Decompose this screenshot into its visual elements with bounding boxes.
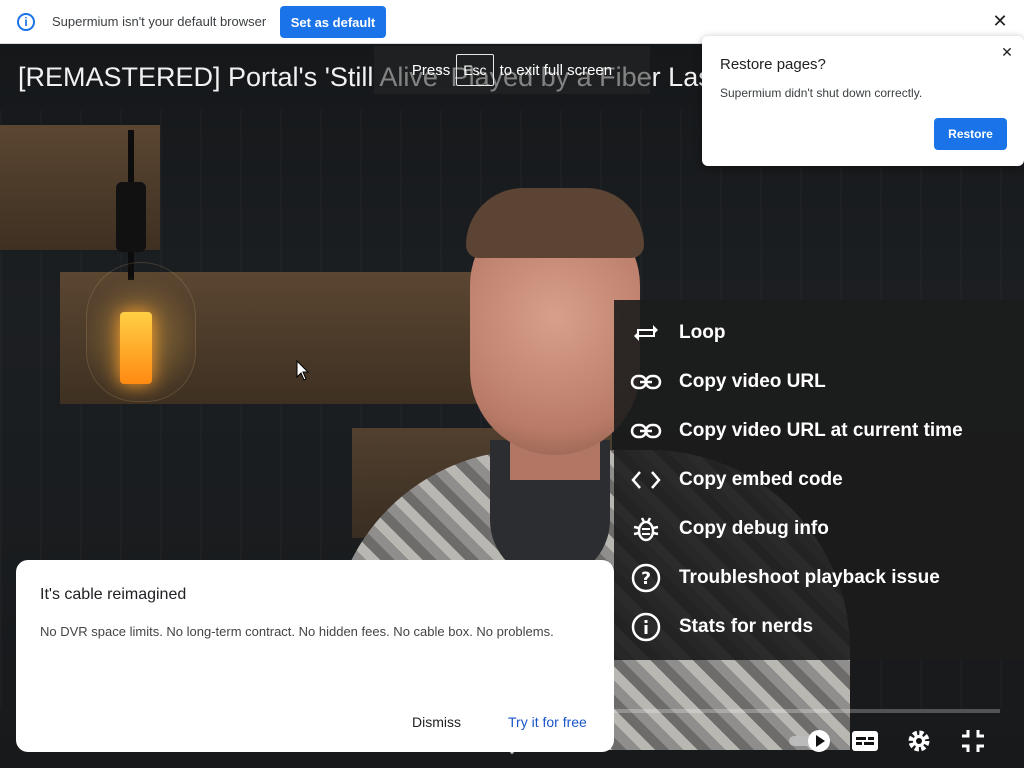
menu-item-copy-embed[interactable]: Copy embed code xyxy=(614,455,1024,504)
settings-button[interactable] xyxy=(900,724,938,758)
close-icon[interactable]: ✕ xyxy=(991,12,1009,30)
person-hair xyxy=(466,188,644,258)
ad-title: It's cable reimagined xyxy=(40,586,187,603)
menu-item-label: Copy debug info xyxy=(679,517,829,539)
subtitles-icon xyxy=(852,731,878,751)
video-progress-bar[interactable] xyxy=(614,709,1000,713)
try-it-free-button[interactable]: Try it for free xyxy=(508,714,587,730)
restore-title: Restore pages? xyxy=(720,56,826,73)
menu-item-copy-debug[interactable]: Copy debug info xyxy=(614,504,1024,553)
menu-item-label: Troubleshoot playback issue xyxy=(679,566,940,588)
menu-item-copy-url[interactable]: Copy video URL xyxy=(614,357,1024,406)
help-icon: ? xyxy=(630,562,662,594)
link-icon xyxy=(630,366,662,398)
subtitles-button[interactable] xyxy=(846,724,884,758)
restore-pages-popup: Restore pages? Supermium didn't shut dow… xyxy=(702,36,1024,166)
close-icon[interactable]: ✕ xyxy=(999,44,1015,60)
link-icon xyxy=(630,415,662,447)
ad-body: No DVR space limits. No long-term contra… xyxy=(40,624,554,639)
restore-button[interactable]: Restore xyxy=(934,118,1007,150)
infobar-message: Supermium isn't your default browser xyxy=(52,14,267,29)
hint-rest-text: to exit full screen xyxy=(499,61,613,79)
dismiss-button[interactable]: Dismiss xyxy=(412,714,461,730)
lamp-socket xyxy=(116,182,146,252)
menu-item-copy-url-time[interactable]: Copy video URL at current time xyxy=(614,406,1024,455)
autoplay-toggle-icon xyxy=(789,730,830,752)
svg-text:?: ? xyxy=(641,569,651,589)
menu-item-loop[interactable]: Loop xyxy=(614,308,1024,357)
hint-press-text: Press xyxy=(411,61,451,79)
video-context-menu: Loop Copy video URL Copy video URL at cu… xyxy=(614,300,1024,660)
info-icon xyxy=(630,611,662,643)
esc-key-badge: Esc xyxy=(456,54,494,86)
menu-item-troubleshoot[interactable]: ? Troubleshoot playback issue xyxy=(614,553,1024,602)
bulb-filament xyxy=(120,312,152,384)
menu-item-label: Copy video URL at current time xyxy=(679,419,963,441)
bug-icon xyxy=(630,513,662,545)
exit-fullscreen-button[interactable] xyxy=(954,724,992,758)
mouse-cursor-icon xyxy=(296,360,310,381)
code-icon xyxy=(630,464,662,496)
menu-item-label: Copy embed code xyxy=(679,468,843,490)
browser-window: i Supermium isn't your default browser S… xyxy=(0,0,1024,768)
menu-item-stats[interactable]: Stats for nerds xyxy=(614,602,1024,651)
gear-icon xyxy=(908,730,930,752)
autoplay-toggle[interactable] xyxy=(786,724,834,758)
menu-item-label: Stats for nerds xyxy=(679,615,814,637)
info-icon: i xyxy=(17,13,35,31)
ad-overlay-card: It's cable reimagined No DVR space limit… xyxy=(16,560,614,752)
loop-icon xyxy=(630,317,662,349)
fullscreen-exit-hint: Press Esc to exit full screen xyxy=(374,46,650,94)
menu-item-label: Copy video URL xyxy=(679,370,826,392)
restore-message: Supermium didn't shut down correctly. xyxy=(720,86,923,100)
exit-fullscreen-icon xyxy=(962,730,984,752)
menu-item-label: Loop xyxy=(679,321,726,343)
set-as-default-button[interactable]: Set as default xyxy=(280,6,386,38)
